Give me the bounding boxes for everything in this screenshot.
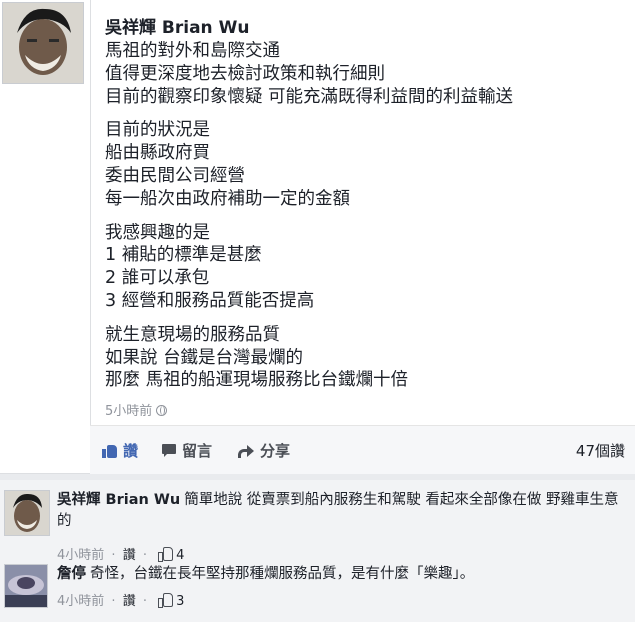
comment-like-link[interactable]: 讚 [123, 594, 136, 609]
comment-time[interactable]: 4小時前 [57, 594, 104, 609]
post-action-bar: 讚 留言 分享 47個讚 [90, 425, 635, 474]
post-line: 1 補貼的標準是甚麼 [105, 245, 262, 266]
comment-text: 詹停 奇怪，台鐵在長年堅持那種爛服務品質，是有什麼「樂趣」。 [57, 564, 627, 585]
author-photo [3, 3, 83, 83]
share-label: 分享 [260, 442, 291, 460]
post-timestamp[interactable]: 5小時前 [105, 400, 168, 419]
likes-count[interactable]: 47個讚 [576, 440, 625, 461]
post-line: 我感興趣的是 [105, 222, 210, 243]
post-line: 值得更深度地去檢討政策和執行細則 [105, 63, 385, 84]
avatar[interactable] [4, 564, 48, 608]
post-line: 那麼 馬祖的船運現場服務比台鐵爛十倍 [105, 370, 409, 391]
like-label: 讚 [123, 442, 139, 460]
comment-author[interactable]: 詹停 [57, 566, 86, 582]
post-line: 目前的觀察印象懷疑 可能充滿既得利益間的利益輸送 [105, 86, 514, 107]
comment-like-count[interactable]: 4 [176, 548, 184, 563]
avatar[interactable] [4, 490, 50, 536]
thumbs-up-icon [158, 547, 174, 562]
post-line: 馬祖的對外和島際交通 [105, 41, 280, 61]
thumbs-up-icon [158, 593, 174, 608]
post-line: 就生意現場的服務品質 [105, 324, 280, 345]
post-line: 3 經營和服務品質能否提高 [105, 290, 315, 311]
comment-like-count[interactable]: 3 [176, 594, 184, 609]
comment-bubble-icon [162, 444, 176, 457]
comment-like-link[interactable]: 讚 [123, 548, 136, 563]
comment-time[interactable]: 4小時前 [57, 548, 104, 563]
comment-label: 留言 [182, 442, 213, 460]
post-line: 委由民間公司經營 [105, 165, 245, 186]
post-author-name[interactable]: 吳祥輝 Brian Wu [105, 13, 249, 38]
post-line: 2 誰可以承包 [105, 268, 210, 289]
comment-button[interactable]: 留言 [162, 440, 635, 461]
globe-icon [156, 405, 168, 416]
post-body: 馬祖的對外和島際交通 值得更深度地去檢討政策和執行細則 目前的觀察印象懷疑 可能… [105, 40, 630, 392]
share-arrow-icon [238, 444, 254, 458]
post-content: 吳祥輝 Brian Wu 馬祖的對外和島際交通 值得更深度地去檢討政策和執行細則… [90, 0, 635, 425]
like-button[interactable]: 讚 [102, 440, 138, 461]
post-line: 船由縣政府買 [105, 143, 210, 164]
comment-author[interactable]: 吳祥輝 Brian Wu [57, 492, 180, 508]
commenter-photo [5, 565, 47, 607]
post-time-text[interactable]: 5小時前 [105, 404, 152, 419]
comment-meta: 4小時前 · 讚 · 3 [57, 593, 185, 609]
commenter-photo [5, 491, 49, 535]
post-line: 如果說 台鐵是台灣最爛的 [105, 347, 304, 368]
author-avatar[interactable] [2, 2, 84, 84]
comment-body: 奇怪，台鐵在長年堅持那種爛服務品質，是有什麼「樂趣」。 [90, 566, 475, 582]
post-card: 吳祥輝 Brian Wu 馬祖的對外和島際交通 值得更深度地去檢討政策和執行細則… [0, 0, 635, 474]
share-button[interactable]: 分享 [238, 440, 290, 461]
comment-text: 吳祥輝 Brian Wu 簡單地說 從賣票到船內服務生和駕駛 看起來全部像在做 野… [57, 490, 627, 532]
comment-meta: 4小時前 · 讚 · 4 [57, 547, 185, 563]
thumbs-up-icon [102, 444, 117, 458]
post-line: 目前的狀況是 [105, 120, 210, 141]
comments-section: 吳祥輝 Brian Wu 簡單地說 從賣票到船內服務生和駕駛 看起來全部像在做 野… [0, 480, 635, 622]
post-line: 每一船次由政府補助一定的金額 [105, 188, 350, 209]
